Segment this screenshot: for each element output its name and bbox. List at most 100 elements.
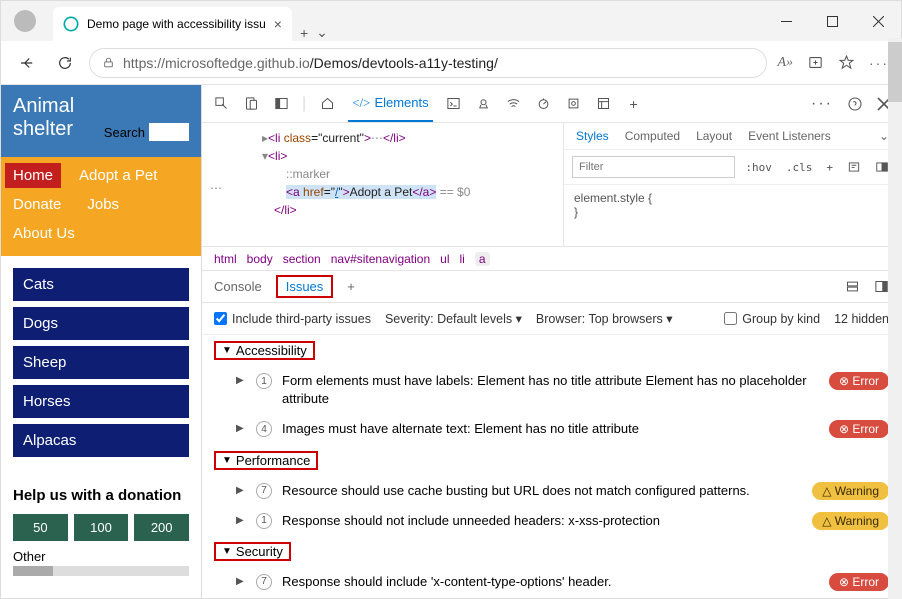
tab-console-icon[interactable] bbox=[445, 95, 463, 113]
styles-code[interactable]: element.style { } bbox=[564, 185, 901, 225]
profile-button[interactable] bbox=[1, 1, 49, 41]
nav-link[interactable]: Adopt a Pet bbox=[71, 163, 165, 188]
issue-category-header[interactable]: ▼ Accessibility bbox=[202, 335, 901, 366]
issue-row[interactable]: ▶1Form elements must have labels: Elemen… bbox=[202, 366, 901, 414]
url-input[interactable]: https://microsoftedge.github.io/Demos/de… bbox=[89, 48, 767, 78]
tab-add-icon[interactable]: + bbox=[625, 95, 643, 113]
devtools-toolbar: | </>Elements + ··· bbox=[202, 85, 901, 123]
severity-badge: △ Warning bbox=[812, 482, 889, 500]
donation-heading: Help us with a donation bbox=[1, 469, 201, 514]
include-third-party-checkbox[interactable]: Include third-party issues bbox=[214, 312, 371, 326]
nav-link[interactable]: About Us bbox=[5, 221, 83, 246]
severity-badge: ⊗ Error bbox=[829, 573, 889, 591]
inspect-icon[interactable] bbox=[212, 95, 230, 113]
issue-category-header[interactable]: ▼ Performance bbox=[202, 445, 901, 476]
drawer-dock-icon[interactable] bbox=[874, 279, 889, 294]
drawer-add-tab-icon[interactable]: + bbox=[347, 279, 355, 294]
nav-link[interactable]: Home bbox=[5, 163, 61, 188]
device-toggle-icon[interactable] bbox=[242, 95, 260, 113]
close-window-button[interactable] bbox=[855, 1, 901, 41]
breadcrumb-item[interactable]: body bbox=[247, 252, 273, 266]
breadcrumb-item[interactable]: nav#sitenavigation bbox=[331, 252, 430, 266]
site-title-line1: Animal bbox=[13, 95, 189, 118]
tab-sources-icon[interactable] bbox=[475, 95, 493, 113]
devtools-vertical-scrollbar[interactable] bbox=[888, 38, 902, 599]
styles-more-icon[interactable] bbox=[843, 158, 865, 176]
tab-strip: Demo page with accessibility issu × + ⌄ bbox=[49, 1, 763, 41]
animal-link[interactable]: Alpacas bbox=[13, 424, 189, 457]
hov-toggle[interactable]: :hov bbox=[741, 159, 776, 176]
devtools: | </>Elements + ··· ⋯ ▸<li class="curren… bbox=[201, 85, 901, 598]
tab-application-icon[interactable] bbox=[595, 95, 613, 113]
tab-actions-button[interactable]: ⌄ bbox=[316, 24, 328, 41]
lock-icon bbox=[102, 56, 115, 69]
more-icon[interactable]: ··· bbox=[869, 55, 889, 71]
dom-tree[interactable]: ⋯ ▸<li class="current">⋯</li> ▾<li> ::ma… bbox=[202, 123, 563, 246]
cls-toggle[interactable]: .cls bbox=[782, 159, 817, 176]
issue-row[interactable]: ▶7Resource should use cache busting but … bbox=[202, 476, 901, 506]
nav-link[interactable]: Donate bbox=[5, 192, 69, 217]
issue-row[interactable]: ▶1Response should not include unneeded h… bbox=[202, 506, 901, 536]
drawer-expand-icon[interactable] bbox=[845, 279, 860, 294]
nav-link[interactable]: Jobs bbox=[79, 192, 127, 217]
breadcrumb-item[interactable]: a bbox=[475, 252, 490, 266]
maximize-button[interactable] bbox=[809, 1, 855, 41]
collections-icon[interactable] bbox=[807, 54, 824, 71]
breadcrumb-item[interactable]: html bbox=[214, 252, 237, 266]
new-rule-icon[interactable]: + bbox=[822, 159, 837, 176]
address-actions: A» ··· bbox=[777, 54, 889, 71]
donation-amount-button[interactable]: 50 bbox=[13, 514, 68, 541]
issues-toolbar: Include third-party issues Severity: Def… bbox=[202, 303, 901, 335]
browser-tab[interactable]: Demo page with accessibility issu × bbox=[53, 7, 292, 41]
read-aloud-icon[interactable]: A» bbox=[777, 55, 793, 71]
tab-memory-icon[interactable] bbox=[565, 95, 583, 113]
issues-list: ▼ Accessibility▶1Form elements must have… bbox=[202, 335, 901, 598]
issue-category-header[interactable]: ▼ Security bbox=[202, 536, 901, 567]
favorite-icon[interactable] bbox=[838, 54, 855, 71]
welcome-icon[interactable] bbox=[318, 95, 336, 113]
hidden-count[interactable]: 12 hidden bbox=[834, 312, 889, 326]
devtools-help-icon[interactable] bbox=[847, 96, 863, 112]
reload-button[interactable] bbox=[51, 49, 79, 77]
new-tab-button[interactable]: + bbox=[300, 25, 308, 41]
tab-performance-icon[interactable] bbox=[535, 95, 553, 113]
other-label: Other bbox=[1, 541, 201, 564]
donation-amount-button[interactable]: 200 bbox=[134, 514, 189, 541]
breadcrumb-item[interactable]: ul bbox=[440, 252, 449, 266]
site-nav: Home Adopt a PetDonate Jobs About Us bbox=[1, 157, 201, 256]
drawer-tab-console[interactable]: Console bbox=[214, 279, 262, 294]
tab-network-icon[interactable] bbox=[505, 95, 523, 113]
devtools-more-icon[interactable]: ··· bbox=[811, 95, 833, 113]
animal-link[interactable]: Dogs bbox=[13, 307, 189, 340]
issue-row[interactable]: ▶7Response should include 'x-content-typ… bbox=[202, 567, 901, 597]
animal-link[interactable]: Cats bbox=[13, 268, 189, 301]
dock-icon[interactable] bbox=[272, 95, 290, 113]
dom-breadcrumb[interactable]: html body section nav#sitenavigation ullia bbox=[202, 247, 901, 271]
severity-select[interactable]: Default levels ▾ bbox=[437, 312, 522, 326]
minimize-button[interactable] bbox=[763, 1, 809, 41]
group-by-kind-checkbox[interactable]: Group by kind bbox=[724, 312, 820, 326]
browser-select[interactable]: Top browsers ▾ bbox=[588, 312, 672, 326]
issue-row[interactable]: ▶7The 'Expires' header should not be use… bbox=[202, 597, 901, 598]
breadcrumb-item[interactable]: li bbox=[459, 252, 464, 266]
styles-subtab[interactable]: Layout bbox=[696, 129, 732, 143]
tab-elements[interactable]: </>Elements bbox=[348, 85, 432, 122]
styles-filter-input[interactable] bbox=[572, 156, 735, 178]
donation-amount-button[interactable]: 100 bbox=[74, 514, 129, 541]
horizontal-scrollbar[interactable] bbox=[13, 566, 189, 576]
animal-link[interactable]: Sheep bbox=[13, 346, 189, 379]
styles-pane: StylesComputedLayoutEvent Listeners⌄ :ho… bbox=[563, 123, 901, 246]
search-input[interactable] bbox=[149, 123, 189, 141]
animal-link[interactable]: Horses bbox=[13, 385, 189, 418]
back-button[interactable] bbox=[13, 49, 41, 77]
drawer-tab-issues[interactable]: Issues bbox=[276, 275, 334, 298]
breadcrumb-item[interactable]: section bbox=[283, 252, 321, 266]
styles-subtab[interactable]: Event Listeners bbox=[748, 129, 831, 143]
issue-row[interactable]: ▶4Images must have alternate text: Eleme… bbox=[202, 414, 901, 444]
search-label: Search bbox=[104, 125, 145, 140]
styles-subtab[interactable]: Styles bbox=[576, 129, 609, 143]
styles-subtab[interactable]: Computed bbox=[625, 129, 680, 143]
close-tab-icon[interactable]: × bbox=[274, 16, 282, 32]
gutter-more-icon[interactable]: ⋯ bbox=[210, 179, 222, 197]
page-header: Animal shelter Search bbox=[1, 85, 201, 157]
